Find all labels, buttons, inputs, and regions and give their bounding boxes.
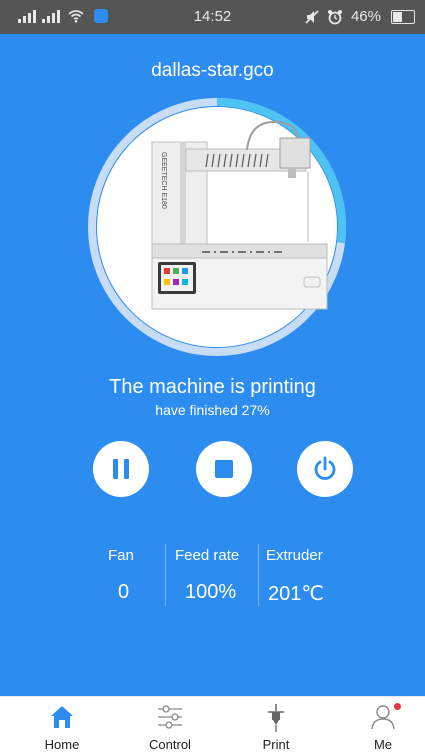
nav-control[interactable]: Control: [130, 697, 210, 753]
extruder-value: 201℃: [268, 583, 324, 605]
bottom-nav: Home Control Print Me: [0, 696, 425, 753]
notification-dot: [394, 703, 401, 710]
pause-icon: [110, 459, 132, 479]
pause-button[interactable]: [93, 441, 149, 497]
nav-home-label: Home: [44, 737, 80, 752]
power-icon: [314, 456, 336, 480]
mute-icon: [305, 9, 319, 24]
alarm-icon: [327, 9, 342, 24]
battery-icon: [391, 9, 415, 24]
nav-me[interactable]: Me: [343, 697, 423, 753]
nozzle-icon: [268, 704, 284, 732]
stop-icon: [215, 460, 233, 478]
nav-print-label: Print: [262, 737, 290, 752]
battery-percent: 46%: [350, 8, 381, 25]
stop-button[interactable]: [196, 441, 252, 497]
user-icon: [371, 705, 395, 730]
main-panel: dallas-star.gco GEEETECH E180 The machin…: [0, 34, 425, 696]
fan-label: Fan: [108, 547, 134, 564]
nav-home[interactable]: Home: [22, 697, 102, 753]
file-name: dallas-star.gco: [151, 60, 274, 81]
progress-ring: GEEETECH E180: [82, 92, 352, 362]
home-icon: [51, 706, 73, 728]
progress-text: have finished 27%: [155, 402, 270, 418]
status-right: 46%: [305, 8, 415, 25]
phone-screen: 14:52 46% dallas-star.gco GEEETECH E180 …: [0, 0, 425, 753]
printing-status-title: The machine is printing: [109, 376, 316, 398]
nav-me-label: Me: [373, 737, 393, 752]
nav-control-label: Control: [149, 737, 191, 752]
feed-rate-label: Feed rate: [175, 547, 240, 564]
power-button[interactable]: [297, 441, 353, 497]
feed-rate-value: 100%: [185, 581, 237, 603]
fan-value: 0: [118, 581, 130, 603]
status-bar: 14:52 46%: [0, 0, 425, 34]
extruder-label: Extruder: [266, 547, 323, 564]
stats-divider: [165, 544, 166, 606]
sliders-icon: [158, 705, 182, 729]
printer-brand-text: GEEETECH E180: [160, 152, 167, 209]
stats-divider: [258, 544, 259, 606]
nav-print[interactable]: Print: [236, 697, 316, 753]
